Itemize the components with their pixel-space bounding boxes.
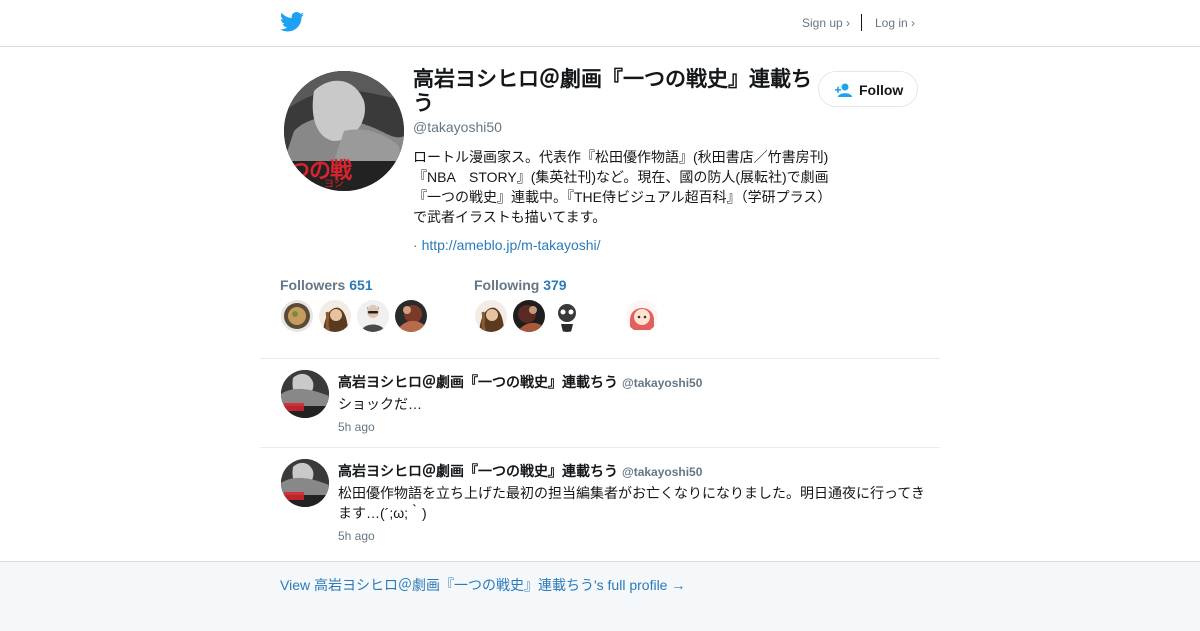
tweet-author-handle: @takayoshi50 xyxy=(622,465,703,479)
tweet-text: ショックだ… xyxy=(338,396,422,412)
login-link[interactable]: Log in › xyxy=(875,16,915,30)
tweet-author-name: 高岩ヨシヒロ＠劇画『一つの戦史』連載ちう xyxy=(338,463,618,479)
follow-person-plus-icon xyxy=(835,83,852,97)
followers-stat[interactable]: Followers 651 xyxy=(280,277,373,293)
tweet-author[interactable]: 高岩ヨシヒロ＠劇画『一つの戦史』連載ちう @takayoshi50 xyxy=(338,461,702,481)
follow-button-label: Follow xyxy=(859,82,904,98)
follow-button[interactable]: Follow xyxy=(818,71,918,107)
follower-avatar[interactable] xyxy=(281,300,313,332)
profile-bio: ロートル漫画家ス。代表作『松田優作物語』(秋田書店／竹書房刊)『NBA STOR… xyxy=(413,149,832,225)
following-count: 379 xyxy=(543,277,567,293)
tweet-text: 松田優作物語を立ち上げた最初の担当編集者がお亡くなりになりました。明日通夜に行っ… xyxy=(338,485,925,521)
following-label: Following xyxy=(474,277,540,293)
footer-bar: View 高岩ヨシヒロ＠劇画『一つの戦史』連載ちう's full profile… xyxy=(0,561,1200,631)
tweet-avatar[interactable] xyxy=(281,370,329,418)
profile-website-link[interactable]: http://ameblo.jp/m-takayoshi/ xyxy=(422,237,601,253)
view-full-profile-link[interactable]: View 高岩ヨシヒロ＠劇画『一つの戦史』連載ちう's full profile… xyxy=(280,575,685,595)
following-avatar[interactable] xyxy=(626,300,658,332)
signup-link[interactable]: Sign up › xyxy=(802,16,850,30)
follower-avatar[interactable] xyxy=(319,300,351,332)
tweet-timestamp[interactable]: 5h ago xyxy=(338,420,375,434)
tweet-author-name: 高岩ヨシヒロ＠劇画『一つの戦史』連載ちう xyxy=(338,374,618,390)
header-divider xyxy=(861,14,862,31)
following-avatar[interactable] xyxy=(551,300,583,332)
following-avatar[interactable] xyxy=(475,300,507,332)
avatar-subtitle-text: ヨシ xyxy=(324,179,344,190)
following-stat[interactable]: Following 379 xyxy=(474,277,567,293)
profile-link-row: · http://ameblo.jp/m-takayoshi/ xyxy=(413,237,601,253)
follower-avatar[interactable] xyxy=(357,300,389,332)
followers-count: 651 xyxy=(349,277,373,293)
followers-label: Followers xyxy=(280,277,346,293)
tweet-avatar[interactable] xyxy=(281,459,329,507)
twitter-bird-icon[interactable] xyxy=(280,12,304,32)
tweet-divider xyxy=(260,447,940,448)
section-divider xyxy=(260,358,940,359)
tweet-timestamp[interactable]: 5h ago xyxy=(338,529,375,543)
tweet-author[interactable]: 高岩ヨシヒロ＠劇画『一つの戦史』連載ちう @takayoshi50 xyxy=(338,372,702,392)
follower-avatar[interactable] xyxy=(395,300,427,332)
profile-avatar[interactable]: つの戦 ヨシ xyxy=(284,71,404,191)
profile-name: 高岩ヨシヒロ＠劇画『一つの戦史』連載ちう xyxy=(413,68,812,115)
following-avatar[interactable] xyxy=(513,300,545,332)
top-bar: Sign up › Log in › xyxy=(0,0,1200,47)
link-prefix: · xyxy=(413,237,418,253)
profile-handle: @takayoshi50 xyxy=(413,119,502,135)
tweet-author-handle: @takayoshi50 xyxy=(622,376,703,390)
